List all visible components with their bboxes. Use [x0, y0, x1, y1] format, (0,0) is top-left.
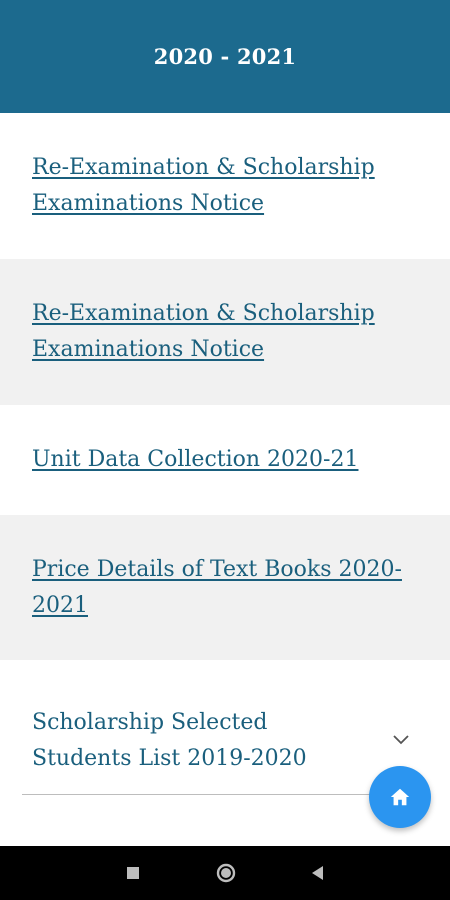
app-header: 2020 - 2021	[0, 0, 450, 113]
notice-link[interactable]: Re-Examination & Scholarship Examination…	[32, 150, 426, 222]
list-item[interactable]: Re-Examination & Scholarship Examination…	[0, 113, 450, 259]
notice-link[interactable]: Price Details of Text Books 2020-2021	[32, 552, 426, 624]
page-title: 2020 - 2021	[153, 44, 297, 69]
list-item[interactable]: Price Details of Text Books 2020-2021	[0, 515, 450, 660]
accordion-title[interactable]: Scholarship Selected Students List 2019-…	[32, 705, 372, 777]
list-item[interactable]: Re-Examination & Scholarship Examination…	[0, 259, 450, 405]
chevron-down-icon[interactable]	[391, 730, 411, 750]
system-nav-bar	[0, 846, 450, 900]
back-icon[interactable]	[309, 864, 327, 882]
list-item[interactable]: Unit Data Collection 2020-21	[0, 405, 450, 515]
notice-link[interactable]: Unit Data Collection 2020-21	[32, 442, 358, 478]
home-icon	[390, 788, 410, 806]
home-circle-icon[interactable]	[216, 863, 236, 883]
home-fab-button[interactable]	[369, 766, 431, 828]
notice-link[interactable]: Re-Examination & Scholarship Examination…	[32, 296, 426, 368]
recents-icon[interactable]	[124, 864, 142, 882]
